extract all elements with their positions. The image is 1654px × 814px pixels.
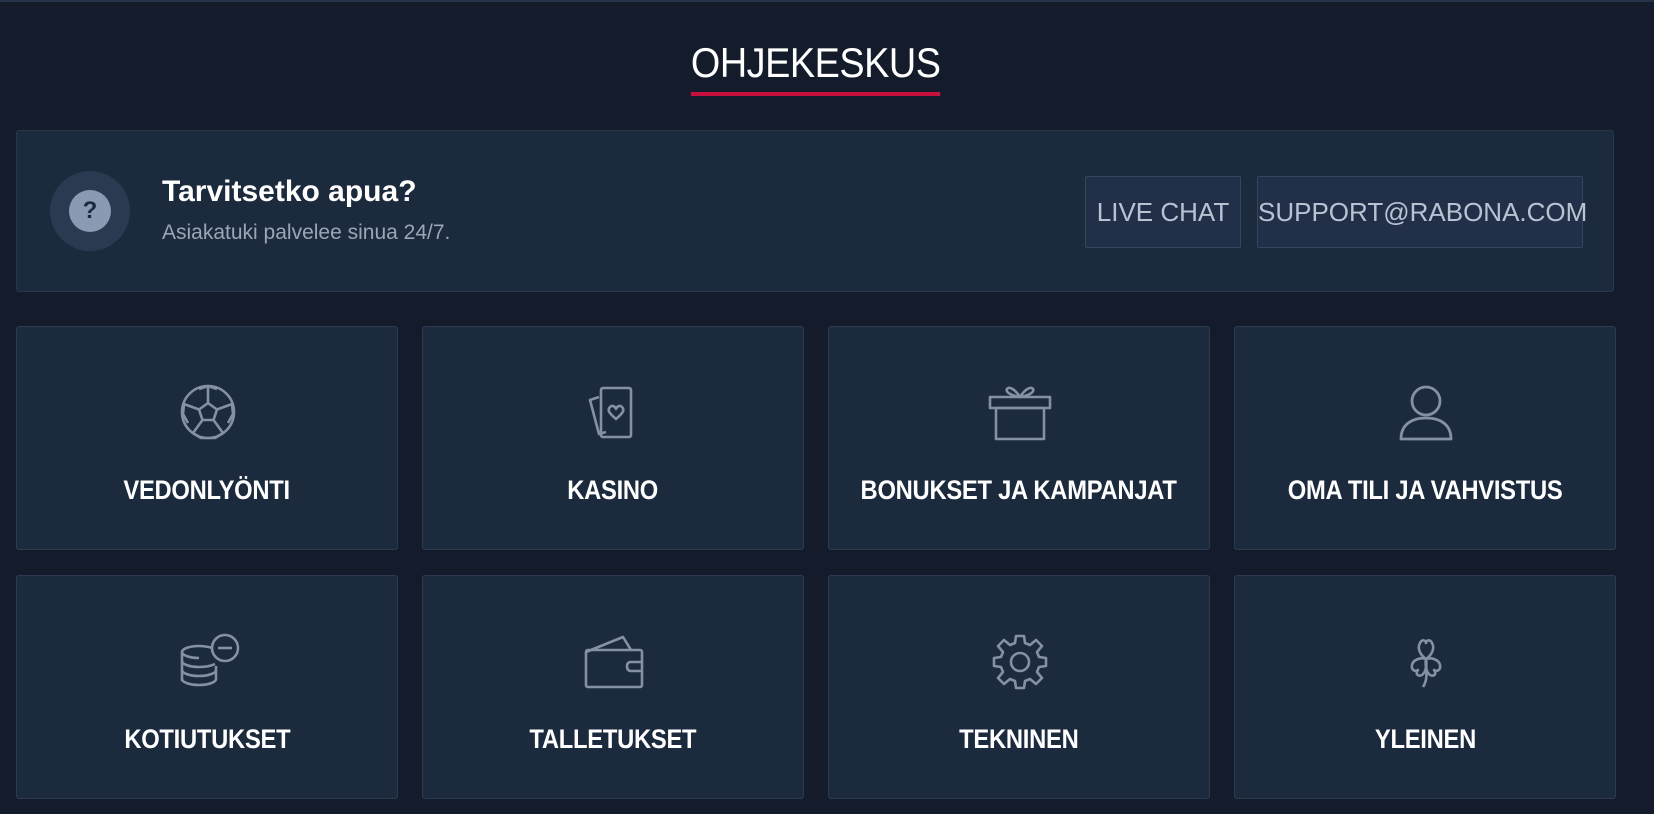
category-card-tekninen[interactable]: TEKNINEN: [828, 575, 1210, 799]
category-card-kotiutukset[interactable]: KOTIUTUKSET: [16, 575, 398, 799]
category-label: TALLETUKSET: [529, 724, 697, 754]
page-title-container: OHJEKESKUS: [0, 38, 1632, 96]
support-email-button[interactable]: SUPPORT@RABONA.COM: [1257, 176, 1587, 248]
live-chat-button[interactable]: LIVE CHAT: [1085, 176, 1241, 248]
help-icon-circle: ?: [50, 171, 130, 251]
category-label: TEKNINEN: [959, 724, 1079, 754]
football-icon: [173, 377, 243, 447]
category-card-talletukset[interactable]: TALLETUKSET: [422, 575, 804, 799]
user-icon: [1391, 377, 1461, 447]
gift-icon: [985, 377, 1055, 447]
category-card-vedonlyonti[interactable]: VEDONLYÖNTI: [16, 326, 398, 550]
question-icon: ?: [69, 190, 111, 232]
category-card-bonukset[interactable]: BONUKSET JA KAMPANJAT: [828, 326, 1210, 550]
category-label: VEDONLYÖNTI: [123, 475, 291, 505]
cards-icon: [579, 377, 649, 447]
category-label: KASINO: [567, 475, 659, 505]
category-label: OMA TILI JA VAHVISTUS: [1287, 475, 1563, 505]
help-subtitle: Asiakatuki palvelee sinua 24/7.: [162, 221, 451, 244]
category-label: YLEINEN: [1374, 724, 1476, 754]
category-label: KOTIUTUKSET: [123, 724, 291, 754]
page-title: OHJEKESKUS: [691, 38, 941, 96]
category-label: BONUKSET JA KAMPANJAT: [860, 475, 1178, 505]
clover-icon: [1391, 626, 1461, 696]
help-banner: ? Tarvitsetko apua? Asiakatuki palvelee …: [16, 130, 1614, 292]
category-card-kasino[interactable]: KASINO: [422, 326, 804, 550]
coins-icon: [173, 626, 243, 696]
category-card-yleinen[interactable]: YLEINEN: [1234, 575, 1616, 799]
gear-icon: [985, 626, 1055, 696]
wallet-icon: [579, 626, 649, 696]
help-title: Tarvitsetko apua?: [162, 175, 417, 208]
top-divider: [0, 0, 1654, 2]
category-card-oma-tili[interactable]: OMA TILI JA VAHVISTUS: [1234, 326, 1616, 550]
